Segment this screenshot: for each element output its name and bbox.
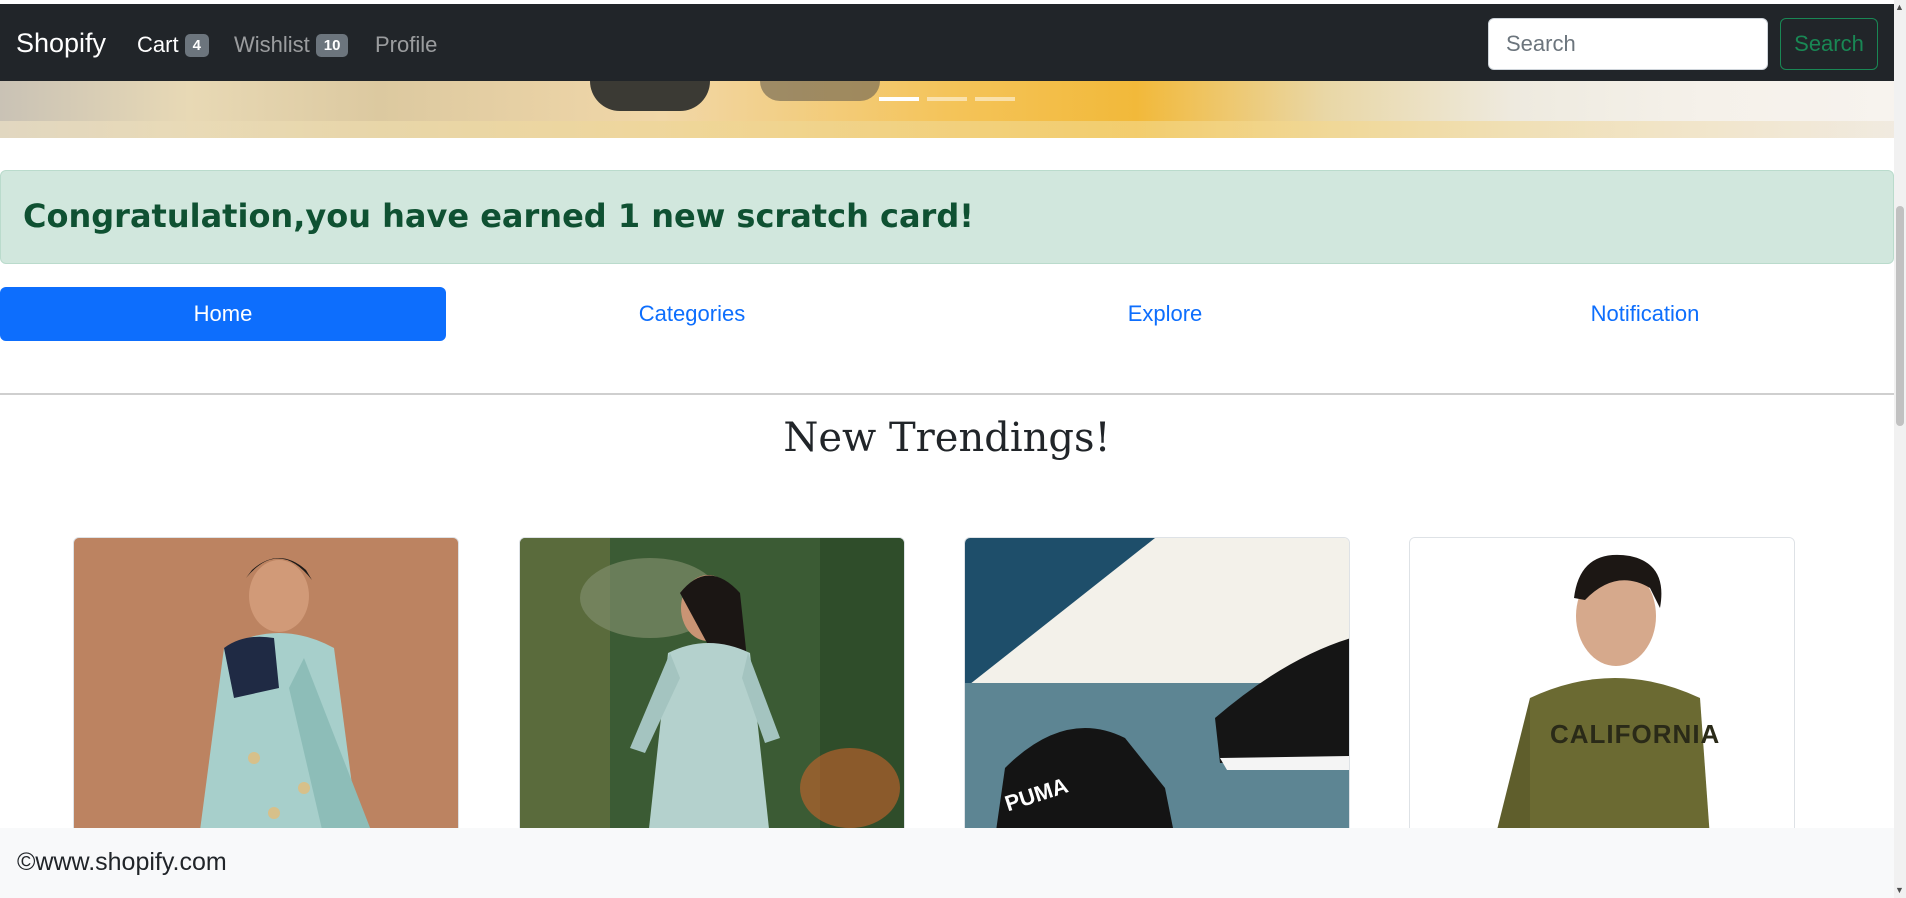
footer-copyright: ©www.shopify.com — [17, 848, 227, 876]
nav-wishlist-label: Wishlist — [234, 32, 310, 57]
hero-carousel — [0, 81, 1894, 138]
carousel-indicator-3[interactable] — [975, 97, 1015, 101]
nav-profile-link[interactable]: Profile — [375, 32, 437, 58]
puma-sneakers-image: PUMA — [965, 538, 1349, 836]
tab-home[interactable]: Home — [0, 287, 446, 341]
nav-wishlist-link[interactable]: Wishlist 10 — [234, 32, 349, 58]
scrollbar-thumb[interactable] — [1896, 206, 1904, 426]
section-divider — [0, 393, 1894, 395]
man-in-california-sweatshirt-image: CALIFORNIA — [1410, 538, 1794, 836]
scratch-card-alert: Congratulation,you have earned 1 new scr… — [0, 170, 1894, 264]
section-title: New Trendings! — [783, 415, 1111, 461]
woman-in-kurta-image — [520, 538, 904, 836]
cart-count-badge: 4 — [184, 34, 209, 57]
top-navbar: Shopify Cart 4 Wishlist 10 Profile Search — [0, 4, 1894, 81]
carousel-indicator-1[interactable] — [879, 97, 919, 101]
page-footer: ©www.shopify.com — [0, 828, 1894, 898]
carousel-image-stripe — [0, 121, 1894, 138]
product-card[interactable] — [519, 537, 905, 837]
nav-cart-label: Cart — [137, 32, 179, 57]
svg-text:CALIFORNIA: CALIFORNIA — [1550, 719, 1720, 749]
tab-explore[interactable]: Explore — [1065, 287, 1265, 341]
scroll-up-icon[interactable]: ▲ — [1895, 2, 1904, 12]
brand-logo[interactable]: Shopify — [16, 28, 106, 59]
wishlist-count-badge: 10 — [315, 34, 349, 57]
scroll-down-icon[interactable]: ▼ — [1895, 885, 1904, 895]
woman-in-saree-image — [74, 538, 458, 836]
product-card[interactable]: PUMA — [964, 537, 1350, 837]
carousel-image-shape — [590, 81, 710, 111]
search-input[interactable] — [1488, 18, 1768, 70]
page-scrollbar[interactable]: ▲ ▼ — [1894, 0, 1906, 898]
product-card[interactable] — [73, 537, 459, 837]
nav-cart-link[interactable]: Cart 4 — [137, 32, 209, 58]
alert-message: Congratulation,you have earned 1 new scr… — [23, 197, 974, 235]
carousel-indicator-2[interactable] — [927, 97, 967, 101]
search-button[interactable]: Search — [1780, 18, 1878, 70]
tab-notification[interactable]: Notification — [1545, 287, 1745, 341]
product-card[interactable]: CALIFORNIA — [1409, 537, 1795, 837]
tab-categories[interactable]: Categories — [592, 287, 792, 341]
carousel-image-shape — [760, 81, 880, 101]
